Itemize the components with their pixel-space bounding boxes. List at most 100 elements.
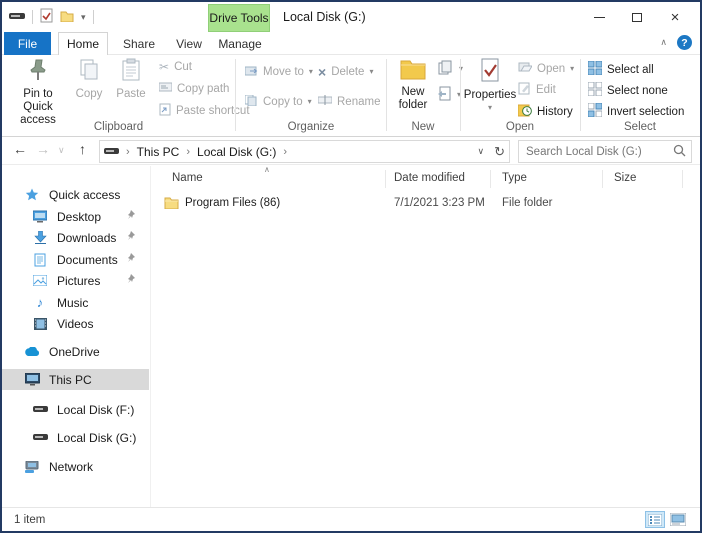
breadcrumb-local-disk-g[interactable]: Local Disk (G:) [197, 145, 276, 159]
tab-manage[interactable]: Manage [213, 32, 267, 55]
folder-icon[interactable] [60, 10, 74, 25]
recent-locations-chevron-icon[interactable]: ∨ [58, 146, 65, 155]
sidebar-item-label: Documents [57, 253, 118, 267]
sidebar-item-this-pc[interactable]: This PC [2, 369, 149, 390]
address-dropdown-chevron-icon[interactable]: ∨ [478, 146, 485, 157]
sidebar-item-network[interactable]: Network [2, 456, 149, 477]
pictures-icon [32, 275, 48, 286]
sort-ascending-icon: ∧ [264, 165, 270, 174]
delete-button[interactable]: × Delete ▾ [318, 65, 373, 79]
open-button[interactable]: Open ▾ [518, 61, 574, 76]
file-row-program-files[interactable]: Program Files (86) 7/1/2021 3:23 PM File… [152, 194, 700, 215]
column-separator[interactable] [682, 170, 683, 188]
sidebar-item-pictures[interactable]: Pictures [2, 270, 149, 291]
history-icon [518, 103, 532, 120]
address-bar[interactable]: › This PC › Local Disk (G:) › ∨ ↻ [99, 140, 510, 163]
copy-to-button[interactable]: Copy to ▾ [245, 95, 312, 109]
paste-shortcut-icon [159, 103, 171, 119]
navigation-bar: ← → ∨ ↑ › This PC › Local Disk (G:) › ∨ … [2, 138, 700, 165]
sidebar-item-desktop[interactable]: Desktop [2, 206, 149, 227]
column-separator[interactable] [385, 170, 386, 188]
tab-file[interactable]: File [4, 32, 51, 55]
sidebar-item-label: Downloads [57, 231, 116, 245]
network-icon [24, 461, 40, 473]
drive-tools-contextual-tab[interactable]: Drive Tools [208, 4, 270, 32]
copy-path-button[interactable]: Copy path [159, 82, 229, 95]
select-none-label: Select none [607, 85, 668, 97]
column-separator[interactable] [490, 170, 491, 188]
new-folder-button[interactable]: New folder [391, 58, 435, 112]
column-header-name[interactable]: Name [172, 172, 203, 184]
edit-button[interactable]: Edit [518, 82, 556, 98]
history-button[interactable]: History [518, 103, 573, 120]
quick-access-star-icon [24, 188, 40, 202]
search-icon[interactable] [673, 144, 686, 160]
select-all-icon [588, 61, 602, 78]
sidebar-item-onedrive[interactable]: OneDrive [2, 341, 149, 362]
paste-icon [121, 58, 141, 86]
cut-button[interactable]: ✂ Cut [159, 61, 192, 73]
cut-icon: ✂ [159, 61, 169, 73]
column-header-size[interactable]: Size [614, 172, 636, 184]
properties-check-icon[interactable] [40, 8, 53, 26]
quick-access-toolbar: ▾ [9, 2, 94, 32]
breadcrumb-arrow-icon: › [186, 146, 190, 158]
sidebar-item-videos[interactable]: Videos [2, 313, 149, 334]
sidebar-item-quick-access[interactable]: Quick access [2, 184, 149, 205]
view-toggles [645, 511, 688, 528]
sidebar-item-local-disk-g[interactable]: Local Disk (G:) [2, 427, 149, 448]
forward-button[interactable]: → [36, 142, 50, 156]
sidebar-item-documents[interactable]: Documents [2, 249, 149, 270]
column-header-date-modified[interactable]: Date modified [394, 172, 465, 184]
tab-share[interactable]: Share [115, 32, 163, 55]
copy-to-label: Copy to [263, 96, 303, 108]
dropdown-icon: ▾ [308, 98, 312, 106]
minimize-ribbon-icon[interactable]: ∧ [660, 37, 667, 48]
status-bar: 1 item [2, 507, 700, 531]
back-button[interactable]: ← [13, 142, 27, 156]
rename-icon [318, 95, 332, 108]
pin-to-quick-access-button[interactable]: Pin to Quick access [8, 58, 68, 127]
tab-view[interactable]: View [168, 32, 210, 55]
new-folder-label: New folder [391, 86, 435, 112]
help-icon[interactable]: ? [677, 35, 692, 50]
properties-button[interactable]: Properties ▾ [465, 58, 515, 112]
title-bar: ▾ Drive Tools Local Disk (G:) × [2, 2, 700, 32]
drive-icon [9, 10, 25, 24]
sidebar-item-downloads[interactable]: Downloads [2, 227, 149, 248]
open-label: Open [537, 63, 565, 75]
invert-selection-icon [588, 103, 602, 120]
details-view-button[interactable] [645, 511, 665, 528]
minimize-button[interactable] [580, 2, 618, 32]
search-input[interactable] [524, 145, 673, 159]
move-to-button[interactable]: Move to ▾ [245, 65, 313, 79]
up-button[interactable]: ↑ [79, 142, 86, 156]
select-all-button[interactable]: Select all [588, 61, 654, 78]
copy-button[interactable]: Copy [70, 58, 108, 101]
paste-label: Paste [116, 88, 145, 101]
column-header-type[interactable]: Type [502, 172, 527, 184]
move-to-icon [245, 65, 258, 79]
invert-selection-button[interactable]: Invert selection [588, 103, 684, 120]
sidebar-item-local-disk-f[interactable]: Local Disk (F:) [2, 399, 149, 420]
edit-icon [518, 82, 531, 98]
maximize-button[interactable] [618, 2, 656, 32]
easy-access-button[interactable]: ▾ [438, 86, 461, 104]
refresh-icon[interactable]: ↻ [494, 145, 505, 158]
qat-customize-caret-icon[interactable]: ▾ [81, 13, 86, 22]
breadcrumb-this-pc[interactable]: This PC [137, 145, 180, 159]
properties-label: Properties [464, 89, 516, 102]
large-icons-view-button[interactable] [668, 511, 688, 528]
new-group-label: New [386, 121, 460, 133]
folder-icon [164, 196, 179, 212]
column-separator[interactable] [602, 170, 603, 188]
sidebar-item-label: Local Disk (F:) [57, 403, 134, 417]
close-button[interactable]: × [656, 2, 694, 32]
select-none-button[interactable]: Select none [588, 82, 668, 99]
sidebar-item-music[interactable]: ♪ Music [2, 292, 149, 313]
tab-home[interactable]: Home [58, 32, 108, 56]
paste-button[interactable]: Paste [111, 58, 151, 101]
pushpin-icon [27, 58, 49, 86]
rename-button[interactable]: Rename [318, 95, 380, 108]
search-box[interactable] [518, 140, 692, 163]
